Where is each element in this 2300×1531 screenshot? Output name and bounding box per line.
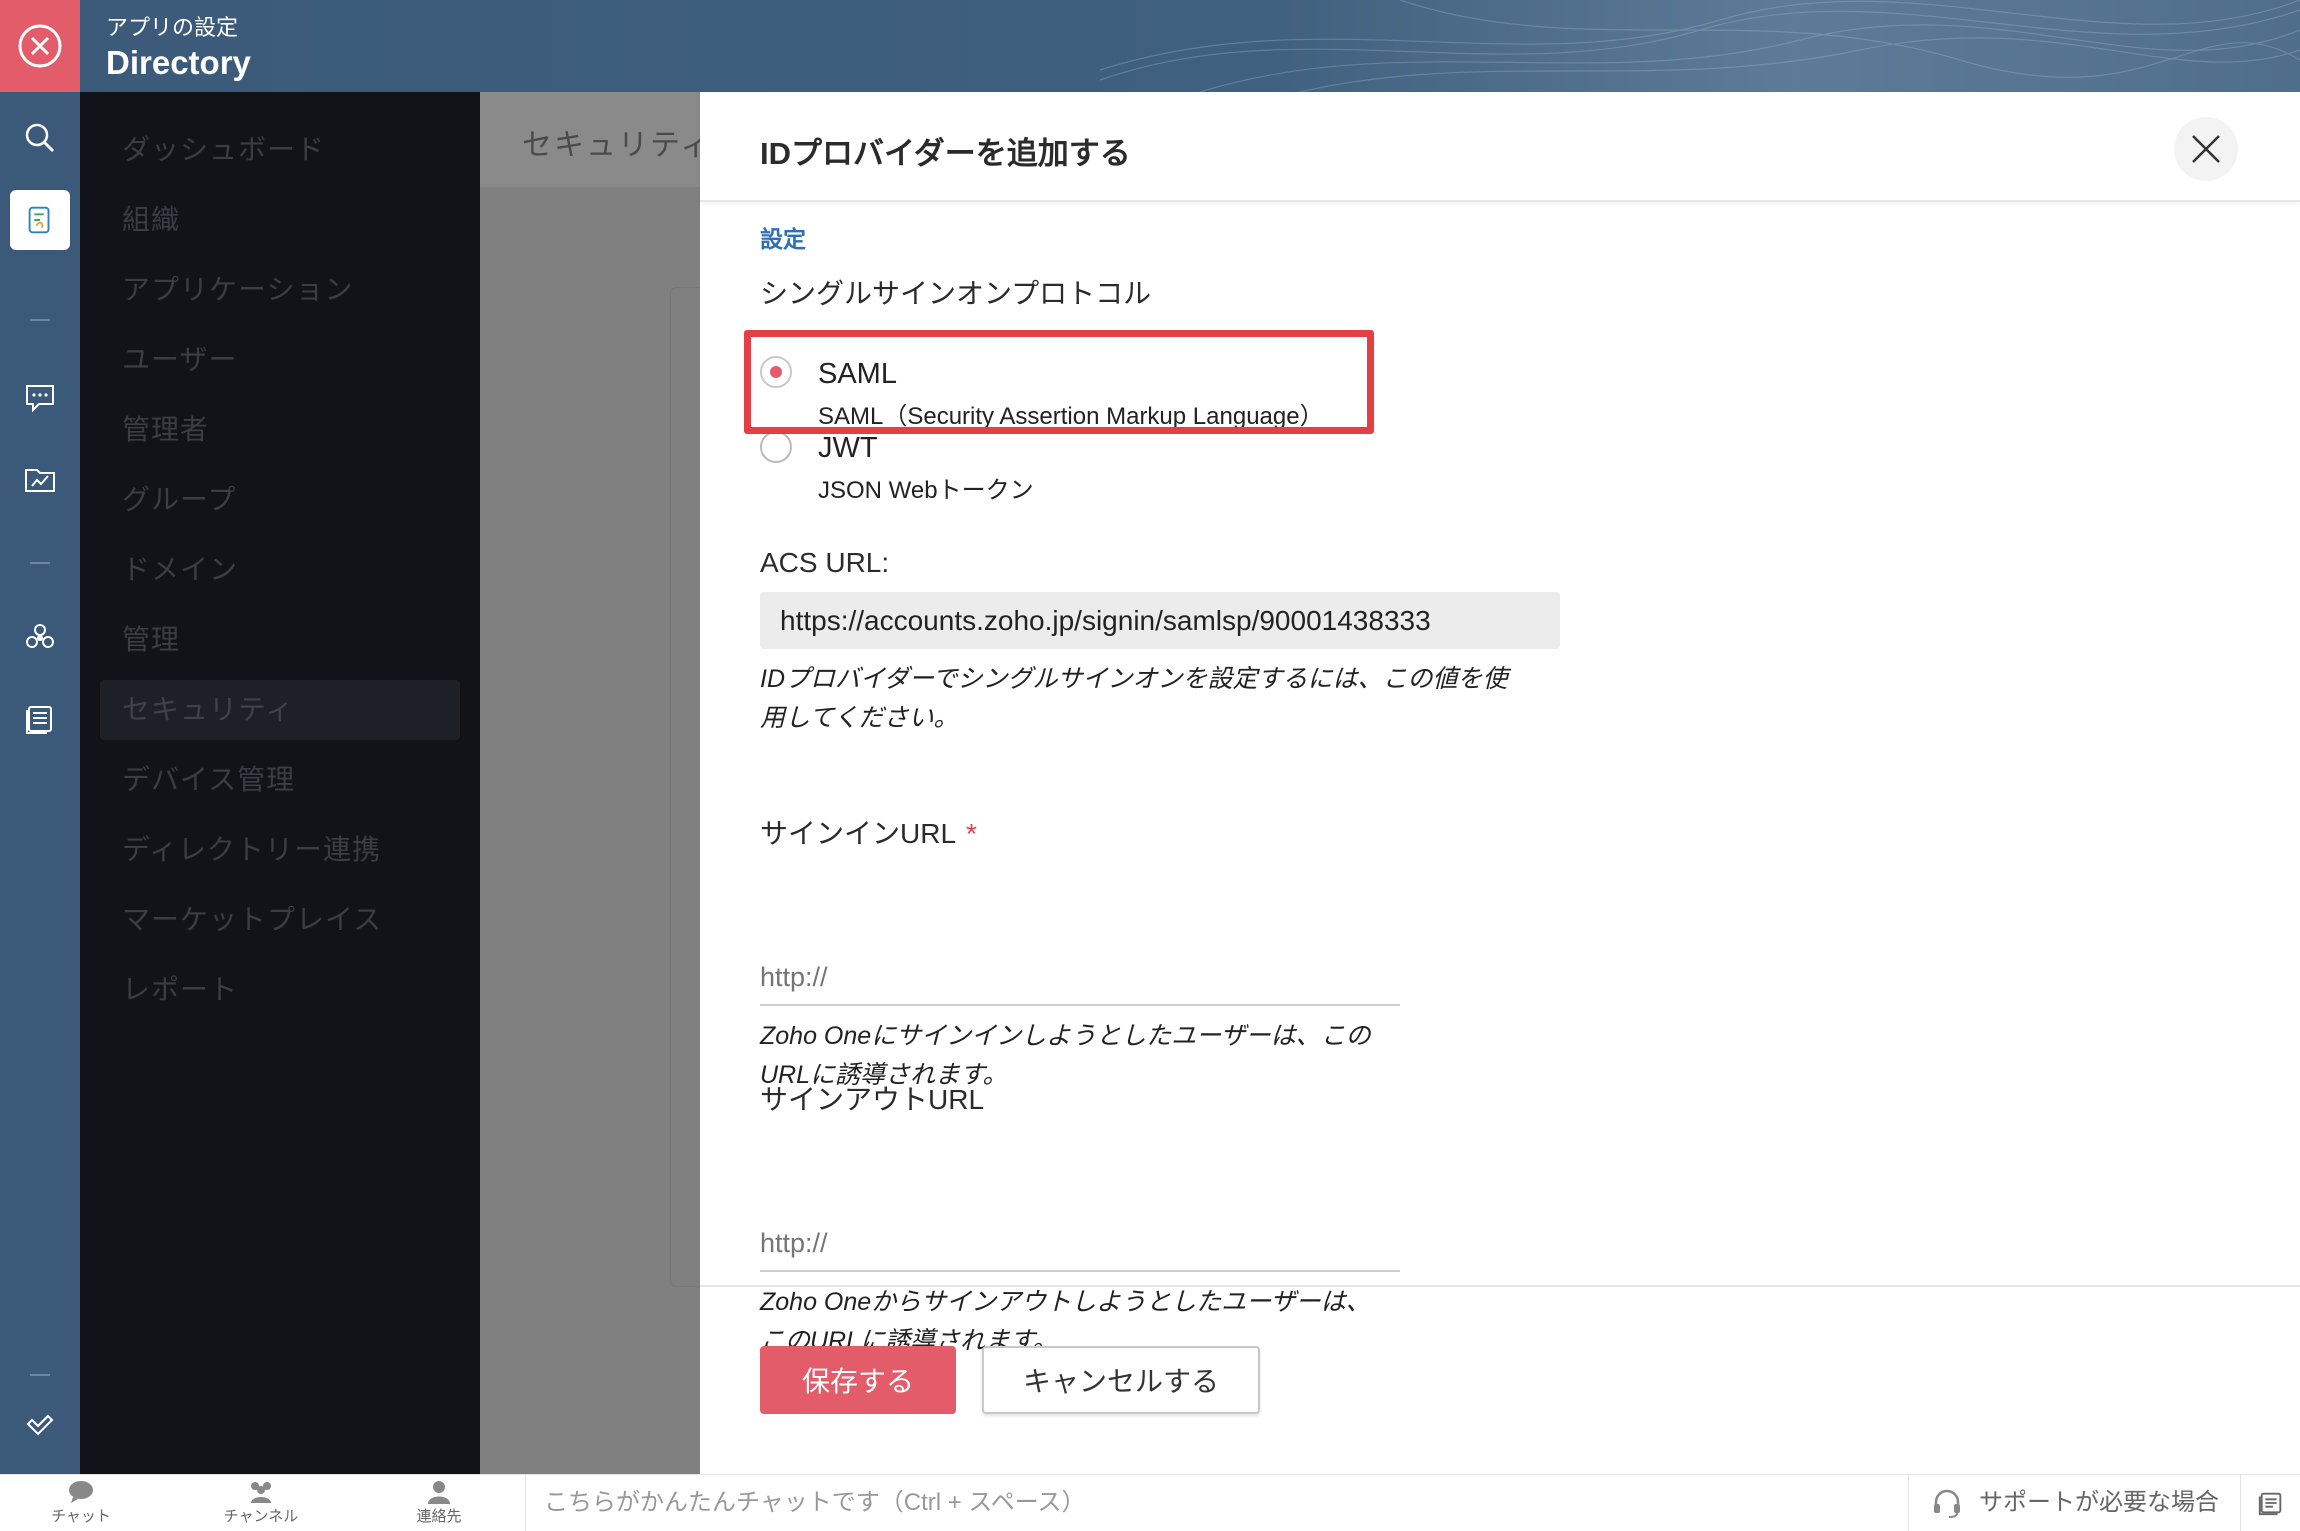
signout-url-input[interactable] (760, 1216, 1400, 1272)
acs-url-value[interactable]: https://accounts.zoho.jp/signin/samlsp/9… (760, 592, 1560, 649)
section-label: 設定 (760, 226, 806, 252)
reports-folder-icon[interactable] (20, 459, 60, 499)
protocol-label: シングルサインオンプロトコル (760, 278, 1152, 309)
headset-icon (1934, 1489, 1960, 1518)
close-circle-icon (18, 24, 62, 68)
bottom-channel-label: チャンネル (223, 1508, 299, 1525)
jwt-radio[interactable] (760, 431, 792, 463)
signin-url-label-text: サインインURL (760, 818, 957, 849)
bottom-chat-tab[interactable]: チャット (21, 1479, 141, 1526)
acs-url-help: IDプロバイダーでシングルサインオンを設定するには、この値を使 用してください。 (760, 660, 1560, 738)
bottom-contacts-label: 連絡先 (416, 1508, 462, 1525)
nav-item-dashboard[interactable]: ダッシュボード (100, 120, 460, 180)
save-button[interactable]: 保存する (760, 1346, 956, 1414)
nav-item-groups[interactable]: グループ (100, 470, 460, 530)
nav-item-admins[interactable]: 管理者 (100, 400, 460, 460)
nav-item-device-management[interactable]: デバイス管理 (100, 750, 460, 810)
support-button[interactable]: サポートが必要な場合 (1908, 1475, 2238, 1531)
acs-help-line: 用してください。 (760, 704, 959, 732)
integrations-icon[interactable] (20, 618, 60, 658)
signin-help-line: Zoho Oneにサインインしようとしたユーザーは、この (760, 1022, 1371, 1050)
main-subheading: セキュリティ (522, 129, 713, 162)
notes-icon (2258, 1492, 2281, 1516)
bottom-channel-tab[interactable]: チャンネル (201, 1479, 321, 1526)
nav-item-security[interactable]: セキュリティ (100, 680, 460, 740)
nav-item-directory-sync[interactable]: ディレクトリー連携 (100, 820, 460, 880)
close-icon (2192, 135, 2220, 163)
search-icon[interactable] (20, 118, 60, 158)
jwt-option-title[interactable]: JWT (818, 432, 878, 465)
rail-divider (30, 1374, 50, 1376)
directory-app-icon[interactable] (10, 190, 70, 250)
close-app-button[interactable] (0, 0, 80, 92)
panel-close-button[interactable] (2174, 117, 2238, 181)
add-idp-panel: IDプロバイダーを追加する 設定 シングルサインオンプロトコル SAML SAM… (700, 92, 2300, 1474)
signout-url-label: サインアウトURL (760, 1084, 985, 1115)
nav-item-users[interactable]: ユーザー (100, 330, 460, 390)
app-header: アプリの設定 Directory (0, 0, 2300, 92)
header-subtitle: アプリの設定 (106, 15, 239, 40)
cancel-button[interactable]: キャンセルする (982, 1346, 1260, 1414)
signin-url-input[interactable] (760, 950, 1400, 1006)
icon-rail (0, 92, 80, 1474)
highlight-box (744, 330, 1374, 434)
rail-divider (30, 319, 50, 321)
jwt-option-subtitle: JSON Webトークン (818, 477, 1034, 504)
nav-item-domains[interactable]: ドメイン (100, 540, 460, 600)
support-label: サポートが必要な場合 (1979, 1489, 2219, 1516)
header-title: Directory (106, 44, 251, 81)
rail-divider (30, 562, 50, 564)
chat-icon (69, 1481, 93, 1503)
nav-item-applications[interactable]: アプリケーション (100, 260, 460, 320)
chat-bubble-icon[interactable] (20, 378, 60, 418)
acs-url-label: ACS URL: (760, 547, 890, 578)
quick-chat-input[interactable]: こちらがかんたんチャットです（Ctrl + スペース） (525, 1475, 1905, 1531)
settings-nav: ダッシュボード 組織 アプリケーション ユーザー 管理者 グループ ドメイン 管… (80, 92, 480, 1474)
panel-footer-divider (700, 1285, 2300, 1287)
nav-item-management[interactable]: 管理 (100, 610, 460, 670)
nav-item-organization[interactable]: 組織 (100, 190, 460, 250)
channel-icon (251, 1482, 271, 1503)
nav-item-reports[interactable]: レポート (100, 960, 460, 1020)
notes-button[interactable] (2240, 1475, 2300, 1531)
documents-icon[interactable] (20, 698, 60, 738)
acs-help-line: IDプロバイダーでシングルサインオンを設定するには、この値を使 (760, 665, 1508, 693)
nav-item-marketplace[interactable]: マーケットプレイス (100, 890, 460, 950)
signin-url-label: サインインURL * (760, 812, 977, 852)
tasks-icon[interactable] (20, 1402, 60, 1442)
bottom-contacts-tab[interactable]: 連絡先 (379, 1479, 499, 1526)
header-decoration (1100, 0, 2300, 92)
panel-title: IDプロバイダーを追加する (760, 136, 1131, 171)
contacts-icon (428, 1481, 450, 1504)
required-mark: * (966, 818, 977, 849)
signout-help-line: Zoho Oneからサインアウトしようとしたユーザーは、 (760, 1288, 1371, 1316)
panel-header: IDプロバイダーを追加する (700, 92, 2300, 202)
bottom-chat-label: チャット (51, 1508, 111, 1525)
bottom-bar: チャット チャンネル 連絡先 こちらがかんたんチャットです（Ctrl + スペー… (0, 1474, 2300, 1531)
